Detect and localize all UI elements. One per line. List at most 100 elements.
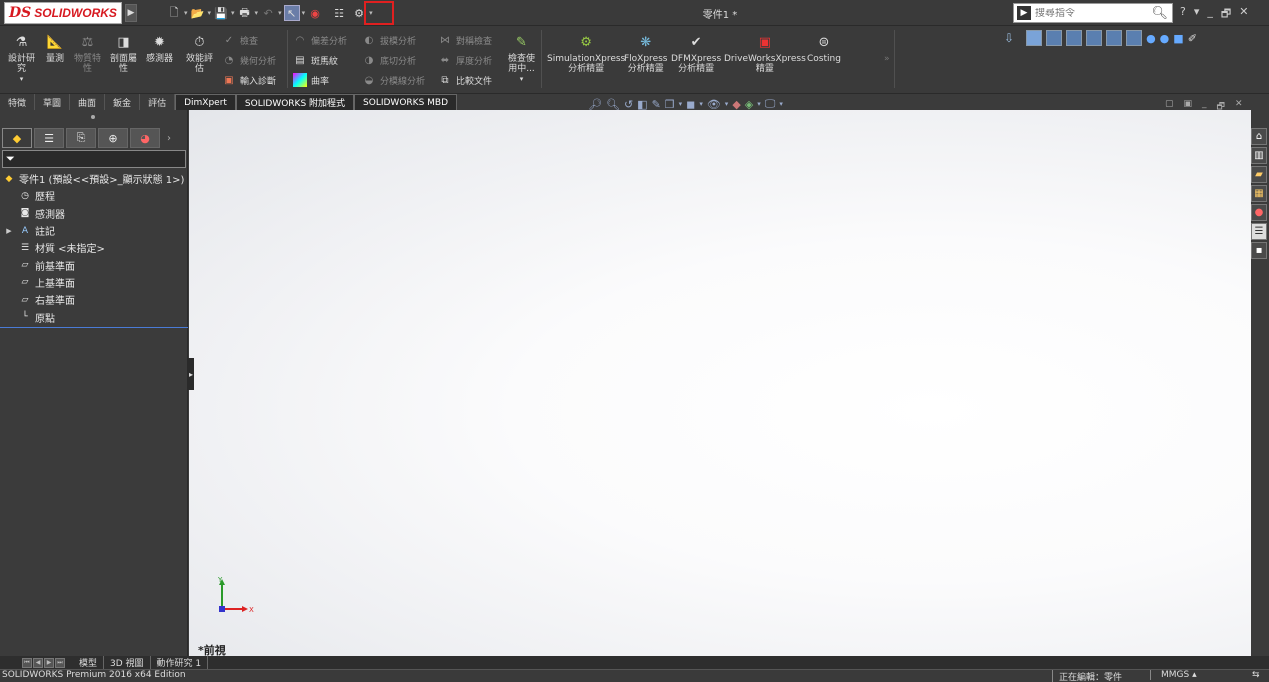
tree-item-history[interactable]: ◷ 歷程 (0, 187, 188, 204)
tab-features[interactable]: 特徵 (0, 94, 36, 110)
tab-addins[interactable]: SOLIDWORKS 附加程式 (235, 94, 355, 110)
minimize-button[interactable]: _ (1207, 5, 1213, 24)
pin-icon[interactable]: ✐ (1188, 32, 1197, 45)
propertymanager-tab-icon[interactable]: ☰ (34, 128, 64, 148)
select-icon[interactable]: ↖ (283, 5, 300, 21)
simulationxpress-button[interactable]: ⚙ SimulationXpress 分析精靈 (547, 34, 625, 74)
hide-show-items-icon[interactable]: 👁 (707, 98, 721, 111)
tree-item-top-plane[interactable]: ▱ 上基準面 (0, 274, 188, 291)
chevron-down-icon[interactable]: ▾ (278, 9, 282, 17)
dfmxpress-button[interactable]: ✔ DFMXpress 分析精靈 (671, 34, 721, 74)
tree-root[interactable]: ◆ 零件1 (預設<<預設>_顯示狀態 1>) (0, 170, 188, 187)
status-icon[interactable]: ⇆ (1252, 670, 1260, 680)
deviation-analysis-button[interactable]: ◠ 偏差分析 (293, 32, 347, 48)
unit-system-selector[interactable]: MMGS ▴ (1150, 670, 1197, 680)
symmetry-check-button[interactable]: ⋈ 對稱檢查 (438, 32, 492, 48)
view-cube-icon[interactable] (1066, 30, 1083, 46)
chevron-down-icon[interactable]: ▾ (208, 9, 212, 17)
import-diagnostics-button[interactable]: ▣ 輸入診斷 (222, 72, 276, 88)
menu-expand-arrow[interactable]: ▶ (125, 4, 137, 22)
tab-motion-study[interactable]: 動作研究 1 (151, 656, 209, 669)
save-icon[interactable]: 💾 (213, 5, 229, 21)
search-icon[interactable]: 🔍︎ (1151, 6, 1168, 21)
tree-item-right-plane[interactable]: ▱ 右基準面 (0, 291, 188, 308)
open-icon[interactable]: 📂 (190, 5, 206, 21)
display-style-icon[interactable]: ◼ (686, 98, 695, 111)
rollback-bar[interactable] (0, 327, 188, 328)
tab-sketch[interactable]: 草圖 (35, 94, 71, 110)
tree-item-front-plane[interactable]: ▱ 前基準面 (0, 256, 188, 273)
box-icon[interactable]: ■ (1173, 32, 1183, 45)
design-study-button[interactable]: ⚗ 設計研 究 ▾ (8, 34, 35, 84)
performance-evaluation-button[interactable]: ⏱ 效能評 估 (186, 34, 213, 74)
tab-3d-views[interactable]: 3D 視圖 (104, 656, 151, 669)
driveworksxpress-button[interactable]: ▣ DriveWorksXpress 精靈 (724, 34, 806, 74)
search-input[interactable] (1035, 7, 1140, 19)
panel-grip[interactable] (91, 115, 95, 119)
zoom-to-area-icon[interactable]: 🔍︎ (606, 98, 620, 111)
thickness-analysis-button[interactable]: ⬌ 厚度分析 (438, 52, 492, 68)
tree-item-sensors[interactable]: ◙ 感測器 (0, 205, 188, 222)
costing-button[interactable]: ⊜ Costing (807, 34, 841, 64)
parting-line-analysis-button[interactable]: ◒ 分模線分析 (362, 72, 425, 88)
tab-model[interactable]: 模型 (73, 656, 105, 669)
featuremanager-tab-icon[interactable]: ◆ (2, 128, 32, 148)
rebuild-icon[interactable]: ◉ (307, 5, 323, 21)
sensor-button[interactable]: ✹ 感測器 (146, 34, 173, 64)
file-properties-icon[interactable]: ☷ (331, 5, 347, 21)
compare-documents-button[interactable]: ⧉ 比較文件 (438, 72, 492, 88)
solidworks-logo[interactable]: DS SOLIDWORKS (4, 2, 122, 24)
tree-item-origin[interactable]: └ 原點 (0, 308, 188, 325)
chevron-down-icon[interactable]: ▾ (231, 9, 235, 17)
check-active-document-button[interactable]: ✎ 檢查使 用中... ▾ (508, 34, 535, 84)
next-tab-icon[interactable]: ▶ (44, 657, 54, 668)
print-icon[interactable]: 🖶 (237, 5, 253, 21)
displaymanager-tab-icon[interactable]: ◕ (130, 128, 160, 148)
view-palette-icon[interactable]: ▦ (1251, 185, 1267, 202)
view-cube-icon[interactable] (1046, 30, 1063, 46)
zebra-stripes-button[interactable]: ▤ 斑馬紋 (293, 52, 338, 68)
graphics-area[interactable] (189, 110, 1251, 656)
undercut-analysis-button[interactable]: ◑ 底切分析 (362, 52, 416, 68)
chevron-down-icon[interactable]: ▾ (302, 9, 306, 17)
draft-analysis-button[interactable]: ◐ 拔模分析 (362, 32, 416, 48)
tree-filter[interactable]: ⏷ (2, 150, 186, 168)
chevron-down-icon[interactable]: ▾ (757, 100, 761, 108)
first-tab-icon[interactable]: ⏮ (22, 657, 32, 668)
close-button[interactable]: ✕ (1235, 99, 1243, 115)
custom-properties-icon[interactable]: ☰ (1251, 223, 1267, 240)
solidworks-resources-icon[interactable]: ⌂ (1251, 128, 1267, 145)
tab-surfaces[interactable]: 曲面 (70, 94, 106, 110)
section-properties-button[interactable]: ◨ 剖面屬 性 (110, 34, 137, 74)
shaded-edges-icon[interactable]: ● (1160, 32, 1170, 45)
restore-button[interactable]: 🗗 (1221, 5, 1231, 24)
view-cube-icon[interactable] (1106, 30, 1123, 46)
zoom-to-fit-icon[interactable]: 🔎︎ (588, 98, 602, 111)
chevron-down-icon[interactable]: ▾ (255, 9, 259, 17)
view-cube-icon[interactable] (1026, 30, 1043, 46)
undo-icon[interactable]: ↶ (260, 5, 276, 21)
last-tab-icon[interactable]: ⏭ (55, 657, 65, 668)
dimxpertmanager-tab-icon[interactable]: ⊕ (98, 128, 128, 148)
command-search[interactable]: ▶ 🔍︎ (1013, 3, 1173, 23)
chevron-down-icon[interactable]: ▾ (184, 9, 188, 17)
tab-dimxpert[interactable]: DimXpert (175, 94, 236, 110)
minimize-button[interactable]: _ (1202, 99, 1207, 115)
geometry-analysis-button[interactable]: ◔ 幾何分析 (222, 52, 276, 68)
view-cube-icon[interactable] (1086, 30, 1103, 46)
curvature-button[interactable]: 曲率 (293, 72, 329, 88)
file-explorer-icon[interactable]: ▰ (1251, 166, 1267, 183)
solidworks-forum-icon[interactable]: ▪ (1251, 242, 1267, 259)
check-button[interactable]: ✓ 檢查 (222, 32, 258, 48)
design-library-icon[interactable]: ▥ (1251, 147, 1267, 164)
chevron-down-icon[interactable]: ▾ (725, 100, 729, 108)
overflow-chevron-icon[interactable]: » (884, 54, 890, 64)
view-cube-icon[interactable] (1126, 30, 1143, 46)
chevron-down-icon[interactable]: ▾ (679, 100, 683, 108)
chevron-down-icon[interactable]: ▾ (20, 74, 24, 84)
apply-scene-icon[interactable]: ◈ (745, 98, 753, 111)
panel-splitter[interactable]: ▸ (188, 358, 194, 390)
section-view-icon[interactable]: ◧ (637, 98, 647, 111)
configurationmanager-tab-icon[interactable]: ⎘ (66, 128, 96, 148)
close-button[interactable]: ✕ (1239, 5, 1248, 24)
